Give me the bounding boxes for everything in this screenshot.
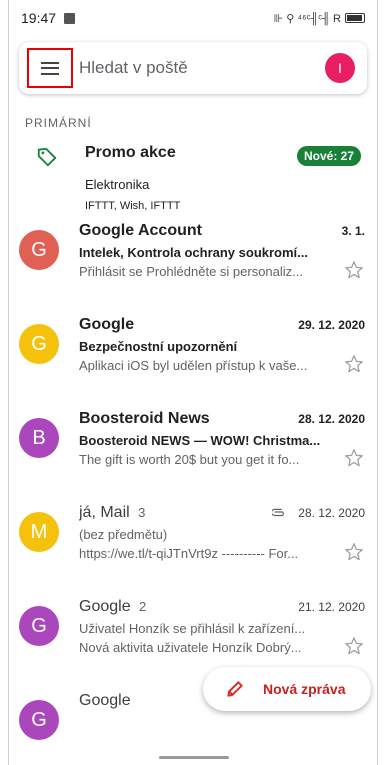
mail-lines-row: (bez předmětu) https://we.tl/t-qiJTnVrt9z…: [79, 522, 365, 561]
search-input[interactable]: Hledat v poště: [79, 58, 325, 78]
mail-header: já, Mail 3 28. 12. 2020: [79, 504, 365, 522]
mail-lines-row: Uživatel Honzík se přihlásil k zařízení.…: [79, 616, 365, 655]
signal-icons: ⊪ ⚲ ⁴⁶ᶜ╢ᶜ╢ R: [273, 12, 341, 25]
mail-snippet: https://we.tl/t-qiJTnVrt9z ---------- Fo…: [79, 546, 299, 561]
new-count-badge: Nové: 27: [296, 146, 361, 166]
sender-avatar[interactable]: G: [19, 230, 59, 270]
mail-item[interactable]: B Boosteroid News 28. 12. 2020 Boosteroid N…: [9, 410, 377, 504]
sender-name: já, Mail: [79, 504, 130, 521]
mail-content: já, Mail 3 28. 12. 2020 (bez předmětu) http…: [79, 504, 365, 561]
mail-sender: Boosteroid News: [79, 410, 292, 428]
mail-lines: (bez předmětu) https://we.tl/t-qiJTnVrt9z…: [79, 522, 335, 561]
mail-lines-row: [79, 710, 365, 719]
promo-subtitle: Elektronika: [85, 177, 150, 192]
sender-name: Google Account: [79, 222, 202, 239]
star-icon[interactable]: [343, 259, 365, 281]
mail-subject: Uživatel Honzík se přihlásil k zařízení.…: [79, 621, 306, 636]
sender-avatar[interactable]: G: [19, 700, 59, 740]
mail-date: 3. 1.: [341, 224, 365, 238]
mail-sender: Google: [79, 316, 292, 334]
mail-item[interactable]: G Google 29. 12. 2020 Bezpečnostní upozorně…: [9, 316, 377, 410]
mail-snippet: Aplikaci iOS byl udělen přístup k vaše..…: [79, 358, 308, 373]
mail-content: Boosteroid News 28. 12. 2020 Boosteroid NE…: [79, 410, 365, 467]
mail-header: Google 29. 12. 2020: [79, 316, 365, 334]
mail-header: Google 2 21. 12. 2020: [79, 598, 365, 616]
mail-sender: já, Mail 3: [79, 504, 272, 522]
sender-name: Google: [79, 692, 131, 709]
mail-content: Google 2 21. 12. 2020 Uživatel Honzík se p…: [79, 598, 365, 655]
star-icon[interactable]: [343, 541, 365, 563]
mail-subject: Intelek, Kontrola ochrany soukromí...: [79, 245, 308, 260]
mail-header: Boosteroid News 28. 12. 2020: [79, 410, 365, 428]
mail-lines: Boosteroid NEWS — WOW! Christma... The gi…: [79, 428, 335, 467]
menu-button[interactable]: [27, 48, 73, 88]
mail-item[interactable]: G Google Account 3. 1. Intelek, Kontrola oc…: [9, 222, 377, 316]
home-handle[interactable]: [159, 756, 229, 759]
tag-icon: [37, 147, 57, 167]
sender-avatar[interactable]: M: [19, 512, 59, 552]
sender-avatar[interactable]: G: [19, 606, 59, 646]
mail-lines-row: Bezpečnostní upozornění Aplikaci iOS byl …: [79, 334, 365, 373]
star-icon[interactable]: [343, 353, 365, 375]
pencil-icon: [227, 681, 243, 697]
mail-item[interactable]: Mjá, Mail 3 28. 12. 2020 (bez předmětu) htt…: [9, 504, 377, 598]
sender-name: Google: [79, 598, 131, 615]
compose-button[interactable]: Nová zpráva: [203, 667, 371, 711]
gmail-app: 19:47 ⊪ ⚲ ⁴⁶ᶜ╢ᶜ╢ R Hledat v poště I PRIM…: [8, 0, 378, 765]
mail-header: Google Account 3. 1.: [79, 222, 365, 240]
mail-sender: Google Account: [79, 222, 336, 240]
star-icon[interactable]: [343, 635, 365, 657]
thread-count: 3: [138, 505, 146, 520]
hamburger-icon: [41, 61, 59, 75]
section-label: PRIMÁRNÍ: [25, 116, 92, 130]
mail-sender: Google 2: [79, 598, 292, 616]
thread-count: 2: [139, 599, 147, 614]
mail-lines: Bezpečnostní upozornění Aplikaci iOS byl …: [79, 334, 335, 373]
gesture-bar: [9, 751, 377, 765]
sender-avatar[interactable]: B: [19, 418, 59, 458]
battery-icon: [345, 13, 365, 23]
mail-snippet: The gift is worth 20$ but you get it fo.…: [79, 452, 300, 467]
status-icons: ⊪ ⚲ ⁴⁶ᶜ╢ᶜ╢ R: [274, 12, 365, 25]
mail-snippet: Nová aktivita uživatele Honzík Dobrý...: [79, 640, 302, 655]
mail-snippet: Přihlásit se Prohlédněte si personaliz..…: [79, 264, 304, 279]
mail-subject: Bezpečnostní upozornění: [79, 339, 238, 354]
mail-lines-row: Boosteroid NEWS — WOW! Christma... The gi…: [79, 428, 365, 467]
status-bar: 19:47 ⊪ ⚲ ⁴⁶ᶜ╢ᶜ╢ R: [9, 0, 377, 36]
promo-body: Promo akce Elektronika IFTTT, Wish, IFTT…: [85, 144, 297, 222]
mail-content: Google 29. 12. 2020 Bezpečnostní upozorněn…: [79, 316, 365, 373]
mail-date: 21. 12. 2020: [298, 600, 365, 614]
attachment-icon: [272, 508, 285, 517]
mail-lines: Uživatel Honzík se přihlásil k zařízení.…: [79, 616, 335, 655]
star-icon[interactable]: [343, 447, 365, 469]
mail-lines-row: Intelek, Kontrola ochrany soukromí... Při…: [79, 240, 365, 279]
notification-icon: [64, 12, 76, 24]
compose-label: Nová zpráva: [263, 681, 346, 697]
account-avatar[interactable]: I: [325, 53, 355, 83]
status-time: 19:47: [21, 10, 57, 26]
sender-name: Boosteroid News: [79, 410, 210, 427]
mail-date: 28. 12. 2020: [298, 506, 365, 520]
promo-title: Promo akce: [85, 144, 176, 161]
sender-name: Google: [79, 316, 135, 333]
promo-senders: IFTTT, Wish, IFTTT: [85, 200, 181, 212]
mail-content: Google Account 3. 1. Intelek, Kontrola och…: [79, 222, 365, 279]
mail-subject: (bez předmětu): [79, 527, 168, 542]
mail-lines: Intelek, Kontrola ochrany soukromí... Při…: [79, 240, 335, 279]
mail-subject: Boosteroid NEWS — WOW! Christma...: [79, 433, 321, 448]
mail-date: 28. 12. 2020: [298, 412, 365, 426]
mail-date: 29. 12. 2020: [298, 318, 365, 332]
mail-lines: [79, 710, 365, 719]
promo-category-row[interactable]: Promo akce Elektronika IFTTT, Wish, IFTT…: [9, 130, 377, 222]
sender-avatar[interactable]: G: [19, 324, 59, 364]
search-bar[interactable]: Hledat v poště I: [19, 42, 367, 94]
